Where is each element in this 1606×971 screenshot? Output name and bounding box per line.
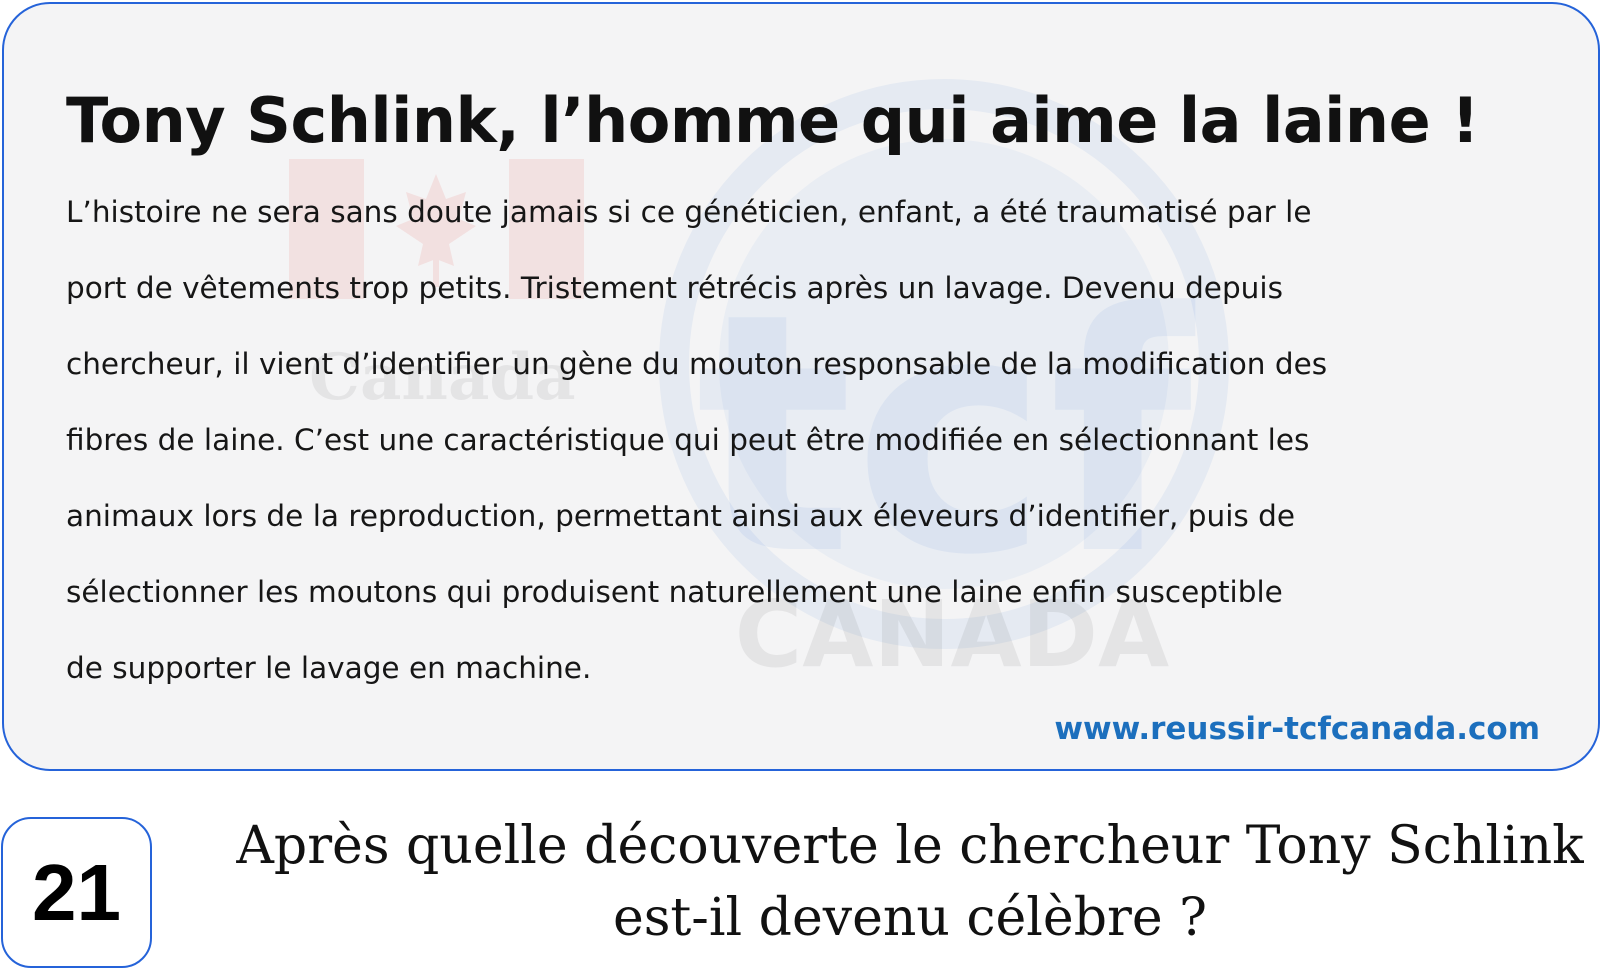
passage-line: de supporter le lavage en machine. <box>66 651 592 685</box>
question-line: Après quelle découverte le chercheur Ton… <box>236 816 1584 876</box>
passage-line: fibres de laine. C’est une caractéristiq… <box>66 423 1310 457</box>
passage-line: L’histoire ne sera sans doute jamais si … <box>66 195 1312 229</box>
passage-line: sélectionner les moutons qui produisent … <box>66 575 1283 609</box>
passage-line: chercheur, il vient d’identifier un gène… <box>66 347 1328 381</box>
passage-line: port de vêtements trop petits. Tristemen… <box>66 271 1283 305</box>
passage-title: Tony Schlink, l’homme qui aime la laine … <box>66 84 1479 157</box>
passage-body: L’histoire ne sera sans doute jamais si … <box>66 174 1546 706</box>
question-text: Après quelle découverte le chercheur Ton… <box>230 810 1590 954</box>
passage-line: animaux lors de la reproduction, permett… <box>66 499 1296 533</box>
question-number: 21 <box>32 847 121 937</box>
text-card: Canada tcf CANADA Tony Schlink, l’homme … <box>2 2 1600 771</box>
question-line: est-il devenu célèbre ? <box>612 888 1208 948</box>
question-number-badge: 21 <box>1 817 152 968</box>
website-url: www.reussir-tcfcanada.com <box>1054 711 1540 747</box>
